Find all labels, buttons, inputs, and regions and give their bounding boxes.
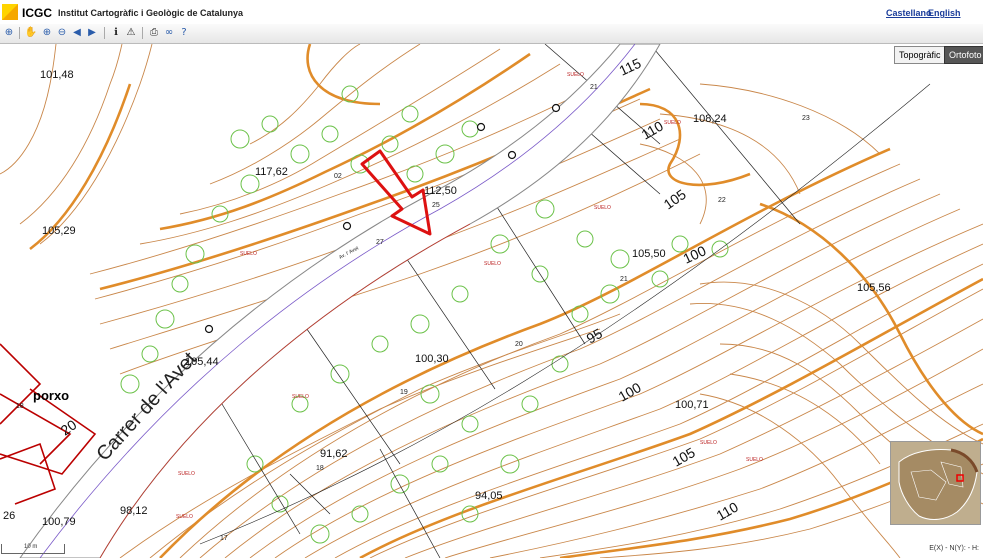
lang-english-link[interactable]: English [928, 8, 961, 18]
land-use-label: SUELO [700, 440, 717, 446]
zoom-in-icon[interactable]: ⊕ [40, 26, 54, 40]
overview-map[interactable] [890, 441, 981, 525]
vegetation-symbols [120, 85, 729, 544]
land-use-label: SUELO [178, 471, 195, 477]
spot-height: 105,44 [185, 356, 219, 368]
app-header: ICGC Institut Cartogràfic i Geològic de … [0, 0, 983, 25]
catalonia-overview-icon [891, 442, 980, 524]
spot-height: 101,48 [40, 69, 74, 81]
toolbar-divider [19, 27, 20, 39]
coordinate-readout: E(X) - N(Y): - H: [929, 545, 979, 552]
parcel-number: 20 [515, 341, 523, 348]
land-use-label: SUELO [176, 514, 193, 520]
spot-height: 105,29 [42, 225, 76, 237]
toolbar-divider [104, 27, 105, 39]
scale-bar: 10 m [1, 544, 65, 554]
spot-height: 100,79 [42, 516, 76, 528]
parcel-number: 18 [316, 465, 324, 472]
contour-label: 20 [58, 416, 80, 438]
contour-label: 105 [661, 186, 689, 213]
spot-height: 98,12 [120, 505, 148, 517]
parcel-number: 21 [590, 84, 598, 91]
zoom-out-icon[interactable]: ⊖ [55, 26, 69, 40]
parcel-number: 22 [718, 197, 726, 204]
spot-height: 117,62 [255, 166, 288, 178]
contour-label: 100 [681, 242, 709, 266]
land-use-label: SUELO [240, 251, 257, 257]
map-canvas[interactable]: Carrer de l'Avet Av. l' Avet porxo 101,4… [0, 44, 983, 558]
contour-label: 95 [584, 325, 606, 347]
parcel-number: 19 [400, 389, 408, 396]
parcel-number: 25 [432, 202, 440, 209]
land-use-label: SUELO [484, 261, 501, 267]
parcel-number: 21 [620, 276, 628, 283]
spot-height: 94,05 [475, 490, 503, 502]
print-icon[interactable]: ⎙ [147, 26, 161, 40]
next-view-icon[interactable]: ▶ [85, 26, 99, 40]
parcel-number: 27 [376, 239, 384, 246]
spot-height: 100,71 [675, 399, 709, 411]
land-use-label: SUELO [567, 72, 584, 78]
spot-height: 26 [3, 510, 15, 522]
link-icon[interactable]: ∞ [162, 26, 176, 40]
parcel-number: 18 [16, 403, 24, 410]
topographic-map: Carrer de l'Avet Av. l' Avet porxo 101,4… [0, 44, 983, 558]
parcel-number: 23 [802, 115, 810, 122]
land-use-label: SUELO [292, 394, 309, 400]
scale-label: 10 m [24, 544, 38, 550]
institute-name: Institut Cartogràfic i Geològic de Catal… [58, 8, 244, 18]
pan-hand-icon[interactable]: ✋ [24, 26, 38, 40]
map-toolbar: ⊕ ✋ ⊕ ⊖ ◀ ▶ ℹ ⚠ ⎙ ∞ ? [0, 24, 983, 44]
layer-topographic-button[interactable]: Topogràfic [894, 46, 946, 64]
spot-height: 112,50 [424, 185, 457, 197]
spot-height: 108,24 [693, 113, 727, 125]
index-contour-lines [29, 44, 983, 558]
previous-view-icon[interactable]: ◀ [70, 26, 84, 40]
spot-height: 105,50 [632, 248, 666, 260]
parcel-number: 02 [334, 173, 342, 180]
icgc-logo-icon [2, 4, 18, 20]
land-use-label: SUELO [746, 457, 763, 463]
brand-name: ICGC [22, 6, 52, 20]
help-icon[interactable]: ? [177, 26, 191, 40]
warning-icon[interactable]: ⚠ [124, 26, 138, 40]
contour-label: 105 [670, 444, 698, 470]
parcel-number: 17 [220, 535, 228, 542]
contour-label: 100 [616, 379, 644, 405]
layer-orthophoto-button[interactable]: Ortofoto [944, 46, 983, 64]
spot-height: 105,56 [857, 282, 891, 294]
spot-height: 91,62 [320, 448, 348, 460]
land-use-label: SUELO [664, 120, 681, 126]
spot-height: 100,30 [415, 353, 449, 365]
utility-markers [204, 103, 561, 334]
zoom-extent-icon[interactable]: ⊕ [2, 26, 16, 40]
info-icon[interactable]: ℹ [109, 26, 123, 40]
contour-label: 110 [639, 117, 667, 142]
toolbar-divider [142, 27, 143, 39]
lang-castellano-link[interactable]: Castellano [886, 8, 932, 18]
building-label: porxo [33, 388, 69, 403]
land-use-label: SUELO [594, 205, 611, 211]
